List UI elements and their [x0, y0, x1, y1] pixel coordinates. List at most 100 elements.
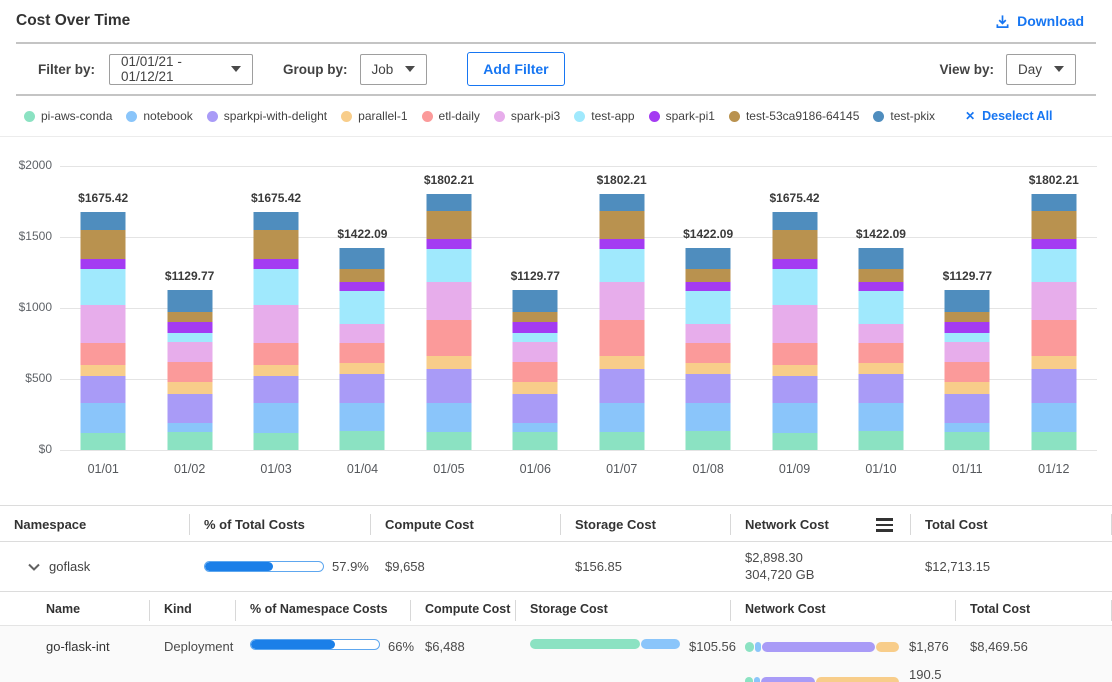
- bar-segment-pi-aws-conda[interactable]: [1031, 432, 1076, 450]
- namespace-row[interactable]: goflask 57.9% $9,658 $156.85 $2,898.30 3…: [0, 542, 1112, 592]
- bar-segment-spark-pi3[interactable]: [945, 342, 990, 362]
- bar-segment-etl-daily[interactable]: [167, 362, 212, 382]
- stacked-bar-01/04[interactable]: [340, 248, 385, 450]
- bar-segment-pi-aws-conda[interactable]: [340, 431, 385, 450]
- bar-segment-test-53ca9186-64145[interactable]: [167, 312, 212, 323]
- bar-segment-spark-pi3[interactable]: [426, 282, 471, 320]
- bar-segment-sparkpi-with-delight[interactable]: [858, 374, 903, 403]
- bar-segment-test-pkix[interactable]: [1031, 194, 1076, 211]
- legend-item-pi-aws-conda[interactable]: pi-aws-conda: [24, 109, 112, 123]
- stacked-bar-01/10[interactable]: [858, 248, 903, 450]
- bar-segment-spark-pi1[interactable]: [426, 239, 471, 249]
- bar-segment-sparkpi-with-delight[interactable]: [686, 374, 731, 403]
- bar-segment-notebook[interactable]: [513, 423, 558, 432]
- stacked-bar-01/03[interactable]: [254, 212, 299, 450]
- legend-item-etl-daily[interactable]: etl-daily: [422, 109, 480, 123]
- bar-segment-test-pkix[interactable]: [426, 194, 471, 211]
- bar-segment-spark-pi3[interactable]: [167, 342, 212, 362]
- bar-segment-pi-aws-conda[interactable]: [167, 432, 212, 450]
- col-compute-cost[interactable]: Compute Cost: [411, 592, 516, 626]
- bar-segment-spark-pi1[interactable]: [513, 322, 558, 333]
- bar-segment-notebook[interactable]: [686, 403, 731, 432]
- bar-segment-etl-daily[interactable]: [340, 343, 385, 363]
- bar-segment-spark-pi3[interactable]: [772, 305, 817, 343]
- bar-segment-spark-pi1[interactable]: [1031, 239, 1076, 249]
- bar-segment-parallel-1[interactable]: [599, 356, 644, 369]
- bar-segment-pi-aws-conda[interactable]: [254, 433, 299, 450]
- workload-row[interactable]: go-flask-int Deployment 66% $6,488 $105.…: [0, 626, 1112, 682]
- bar-segment-test-pkix[interactable]: [340, 248, 385, 269]
- bar-segment-spark-pi1[interactable]: [945, 322, 990, 333]
- bar-segment-pi-aws-conda[interactable]: [945, 432, 990, 450]
- bar-segment-spark-pi1[interactable]: [340, 282, 385, 291]
- column-menu-icon[interactable]: [876, 518, 893, 532]
- stacked-bar-01/01[interactable]: [81, 212, 126, 450]
- bar-segment-pi-aws-conda[interactable]: [772, 433, 817, 450]
- bar-segment-test-53ca9186-64145[interactable]: [1031, 211, 1076, 239]
- col-pct-total-costs[interactable]: % of Total Costs: [190, 506, 371, 542]
- bar-segment-spark-pi3[interactable]: [858, 324, 903, 343]
- bar-segment-sparkpi-with-delight[interactable]: [1031, 369, 1076, 402]
- legend-item-test-app[interactable]: test-app: [574, 109, 634, 123]
- bar-segment-test-app[interactable]: [1031, 249, 1076, 282]
- bar-segment-test-pkix[interactable]: [945, 290, 990, 312]
- stacked-bar-01/09[interactable]: [772, 212, 817, 450]
- bar-segment-test-53ca9186-64145[interactable]: [340, 269, 385, 282]
- bar-segment-pi-aws-conda[interactable]: [426, 432, 471, 450]
- bar-segment-spark-pi3[interactable]: [340, 324, 385, 343]
- bar-segment-notebook[interactable]: [599, 403, 644, 432]
- bar-segment-parallel-1[interactable]: [167, 382, 212, 395]
- bar-segment-parallel-1[interactable]: [81, 365, 126, 376]
- bar-segment-test-pkix[interactable]: [772, 212, 817, 230]
- chevron-down-icon[interactable]: [28, 563, 40, 571]
- bar-segment-spark-pi1[interactable]: [858, 282, 903, 291]
- bar-segment-test-app[interactable]: [513, 333, 558, 342]
- col-total-cost[interactable]: Total Cost: [956, 592, 1112, 626]
- bar-segment-test-app[interactable]: [772, 269, 817, 305]
- bar-segment-sparkpi-with-delight[interactable]: [599, 369, 644, 402]
- legend-item-spark-pi1[interactable]: spark-pi1: [649, 109, 715, 123]
- bar-segment-notebook[interactable]: [426, 403, 471, 432]
- bar-segment-parallel-1[interactable]: [254, 365, 299, 376]
- bar-segment-parallel-1[interactable]: [945, 382, 990, 395]
- bar-segment-test-pkix[interactable]: [858, 248, 903, 269]
- stacked-bar-01/07[interactable]: [599, 194, 644, 450]
- bar-segment-parallel-1[interactable]: [426, 356, 471, 369]
- bar-segment-pi-aws-conda[interactable]: [513, 432, 558, 450]
- bar-segment-spark-pi1[interactable]: [686, 282, 731, 291]
- bar-segment-etl-daily[interactable]: [945, 362, 990, 382]
- stacked-bar-01/06[interactable]: [513, 290, 558, 450]
- col-namespace[interactable]: Namespace: [0, 506, 190, 542]
- bar-segment-sparkpi-with-delight[interactable]: [772, 376, 817, 404]
- bar-segment-parallel-1[interactable]: [686, 363, 731, 374]
- stacked-bar-01/05[interactable]: [426, 194, 471, 450]
- bar-segment-notebook[interactable]: [1031, 403, 1076, 432]
- bar-segment-notebook[interactable]: [340, 403, 385, 432]
- bar-segment-test-53ca9186-64145[interactable]: [426, 211, 471, 239]
- bar-segment-spark-pi1[interactable]: [167, 322, 212, 333]
- stacked-bar-01/12[interactable]: [1031, 194, 1076, 450]
- bar-segment-notebook[interactable]: [167, 423, 212, 432]
- bar-segment-etl-daily[interactable]: [1031, 320, 1076, 356]
- bar-segment-spark-pi3[interactable]: [599, 282, 644, 320]
- deselect-all-button[interactable]: ✕ Deselect All: [965, 109, 1052, 123]
- bar-segment-parallel-1[interactable]: [340, 363, 385, 374]
- bar-segment-notebook[interactable]: [81, 403, 126, 432]
- bar-segment-spark-pi1[interactable]: [599, 239, 644, 249]
- bar-segment-sparkpi-with-delight[interactable]: [513, 394, 558, 423]
- col-storage-cost[interactable]: Storage Cost: [516, 592, 731, 626]
- bar-segment-test-app[interactable]: [340, 291, 385, 324]
- bar-segment-test-pkix[interactable]: [599, 194, 644, 211]
- bar-segment-test-53ca9186-64145[interactable]: [686, 269, 731, 282]
- bar-segment-test-pkix[interactable]: [81, 212, 126, 230]
- bar-segment-spark-pi3[interactable]: [1031, 282, 1076, 320]
- bar-segment-test-pkix[interactable]: [167, 290, 212, 312]
- legend-item-test-pkix[interactable]: test-pkix: [873, 109, 935, 123]
- bar-segment-sparkpi-with-delight[interactable]: [340, 374, 385, 403]
- bar-segment-etl-daily[interactable]: [686, 343, 731, 363]
- download-button[interactable]: Download: [995, 13, 1084, 29]
- legend-item-test-53ca9186-64145[interactable]: test-53ca9186-64145: [729, 109, 859, 123]
- legend-item-notebook[interactable]: notebook: [126, 109, 192, 123]
- date-range-select[interactable]: 01/01/21 - 01/12/21: [109, 54, 253, 85]
- col-storage-cost[interactable]: Storage Cost: [561, 506, 731, 542]
